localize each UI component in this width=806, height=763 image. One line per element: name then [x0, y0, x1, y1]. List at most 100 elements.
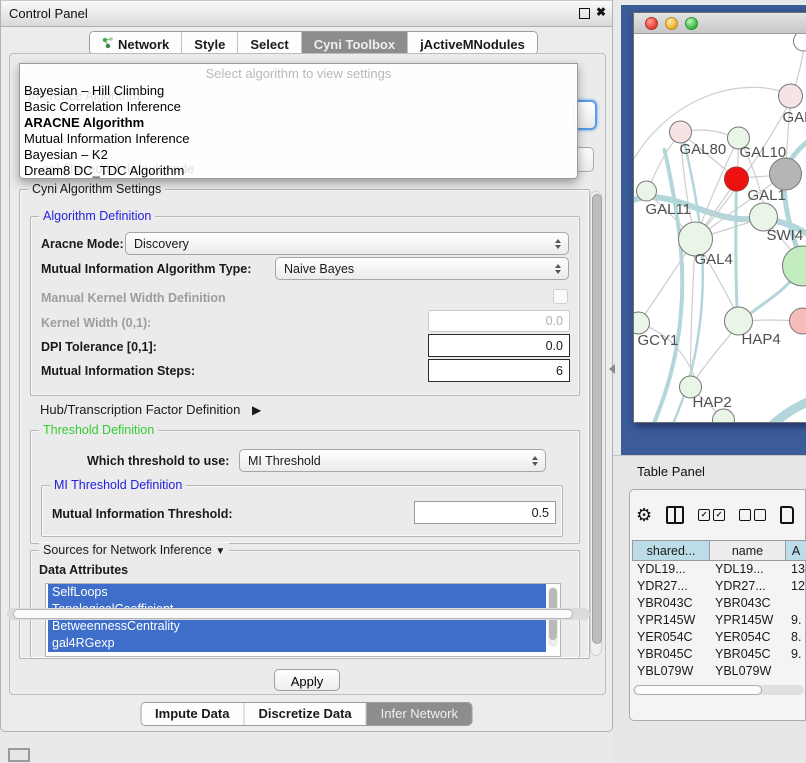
column-header-name[interactable]: name	[710, 540, 786, 561]
tab-cyni-toolbox[interactable]: Cyni Toolbox	[302, 32, 408, 54]
tab-label: Select	[250, 37, 288, 52]
tab-label: Cyni Toolbox	[314, 37, 395, 52]
dpi-tolerance-label: DPI Tolerance [0,1]:	[41, 340, 157, 354]
dpi-tolerance-value: 0.0	[546, 339, 563, 353]
node-gal11[interactable]	[637, 181, 657, 201]
network-desktop-background: GAL GAL80 GAL10 GAL1 GAL11 SWI4 GAL4 GCY…	[621, 5, 806, 455]
control-panel-tabstrip: Network Style Select Cyni Toolbox jActiv…	[89, 31, 538, 55]
dropdown-placeholder: Select algorithm to view settings	[20, 64, 577, 83]
split-columns-icon[interactable]	[666, 506, 684, 524]
hub-definition-toggle[interactable]: Hub/Transcription Factor Definition ▶	[40, 402, 261, 417]
column-header-clipped[interactable]: A	[786, 540, 806, 561]
node-unlabeled[interactable]	[794, 34, 806, 51]
mi-threshold-group: MI Threshold Definition Mutual Informati…	[41, 485, 563, 537]
zoom-traffic-light-icon[interactable]	[685, 17, 698, 30]
tab-infer-network[interactable]: Infer Network	[367, 703, 472, 725]
mi-type-combobox[interactable]: Naive Bayes	[275, 257, 569, 280]
mi-steps-field[interactable]: 6	[428, 359, 570, 382]
bottom-tabstrip: Impute Data Discretize Data Infer Networ…	[140, 702, 473, 726]
mi-threshold-field[interactable]: 0.5	[414, 501, 556, 524]
aracne-mode-value: Discovery	[134, 237, 550, 251]
tab-network[interactable]: Network	[90, 32, 182, 54]
close-traffic-light-icon[interactable]	[645, 17, 658, 30]
mi-threshold-group-title: MI Threshold Definition	[50, 478, 186, 492]
minimize-traffic-light-icon[interactable]	[665, 17, 678, 30]
mi-threshold-label: Mutual Information Threshold:	[52, 507, 233, 521]
table-panel-section: Table Panel ⚙ ✓✓ shared... name A YDL19.…	[613, 455, 806, 763]
table-panel: ⚙ ✓✓ shared... name A YDL19...YDL19...13…	[629, 489, 806, 721]
table-row[interactable]: YBL079WYBL079W	[632, 663, 806, 680]
list-item[interactable]: BetweennessCentrality	[48, 618, 546, 635]
node-selected-red[interactable]	[725, 167, 749, 191]
dropdown-option[interactable]: Mutual Information Inference	[20, 131, 577, 147]
network-window-titlebar[interactable]	[634, 13, 806, 34]
mi-steps-value: 6	[556, 364, 563, 378]
close-icon[interactable]: ✖	[596, 5, 606, 19]
algorithm-definition-group: Algorithm Definition Aracne Mode: Discov…	[30, 216, 580, 396]
settings-group-title: Cyni Algorithm Settings	[28, 182, 165, 196]
table-horizontal-scrollbar[interactable]	[633, 685, 804, 695]
table-row[interactable]: YBR043CYBR043C	[632, 595, 806, 612]
new-table-icon[interactable]	[780, 506, 794, 524]
list-item[interactable]: SelfLoops	[48, 584, 546, 601]
data-attributes-list[interactable]: SelfLoops TopologicalCoefficient Between…	[45, 583, 561, 657]
table-row[interactable]: YPR145WYPR145W9.	[632, 612, 806, 629]
algorithm-definition-title: Algorithm Definition	[39, 209, 155, 223]
tab-style[interactable]: Style	[182, 32, 238, 54]
deselect-all-columns-icon[interactable]	[739, 509, 766, 521]
dropdown-option[interactable]: Basic Correlation Inference	[20, 99, 577, 115]
table-panel-title: Table Panel	[637, 464, 705, 479]
dpi-tolerance-field[interactable]: 0.0	[428, 334, 570, 357]
apply-button[interactable]: Apply	[274, 669, 340, 691]
table-row[interactable]: YBR045CYBR045C9.	[632, 646, 806, 663]
sources-group: Sources for Network Inference ▼ Data Att…	[30, 550, 580, 658]
table-row[interactable]: YDR27...YDR27...12	[632, 578, 806, 595]
node-gcy1[interactable]	[634, 312, 650, 334]
dropdown-option-selected[interactable]: ARACNE Algorithm	[20, 115, 577, 131]
collapsed-panel-icon[interactable]	[8, 748, 30, 762]
dropdown-option[interactable]: Bayesian – Hill Climbing	[20, 83, 577, 99]
sources-group-title[interactable]: Sources for Network Inference ▼	[39, 543, 229, 557]
settings-horizontal-scrollbar[interactable]	[7, 608, 590, 620]
tab-impute-data[interactable]: Impute Data	[141, 703, 244, 725]
node-gal[interactable]	[779, 84, 803, 108]
chevron-right-icon: ▶	[252, 403, 261, 417]
node-label: GAL	[783, 109, 806, 126]
tab-jactivemnodules[interactable]: jActiveMNodules	[408, 32, 537, 54]
node-label: GAL10	[740, 144, 787, 161]
node-gray[interactable]	[770, 158, 802, 190]
node-gal80[interactable]	[670, 121, 692, 143]
column-header-shared-name[interactable]: shared...	[632, 540, 710, 561]
aracne-mode-combobox[interactable]: Discovery	[125, 232, 569, 255]
data-attributes-label: Data Attributes	[39, 563, 128, 577]
tab-select[interactable]: Select	[238, 32, 301, 54]
table-row[interactable]: YER054CYER054C8.	[632, 629, 806, 646]
dropdown-option[interactable]: Dream8 DC_TDC Algorithm	[20, 163, 577, 179]
tab-discretize-data[interactable]: Discretize Data	[244, 703, 366, 725]
network-icon	[102, 37, 114, 52]
node-rose[interactable]	[790, 308, 806, 334]
kernel-width-field[interactable]: 0.0	[428, 310, 570, 332]
network-canvas[interactable]: GAL GAL80 GAL10 GAL1 GAL11 SWI4 GAL4 GCY…	[634, 34, 806, 422]
gear-icon[interactable]: ⚙	[636, 506, 652, 524]
which-threshold-value: MI Threshold	[248, 454, 527, 468]
table-row[interactable]: YDL19...YDL19...13	[632, 561, 806, 578]
threshold-definition-group: Threshold Definition Which threshold to …	[30, 430, 580, 544]
aracne-mode-label: Aracne Mode:	[41, 237, 124, 251]
node-bright-green[interactable]	[783, 246, 806, 286]
dropdown-option[interactable]: Bayesian – K2	[20, 147, 577, 163]
table-toolbar: ⚙ ✓✓	[636, 498, 794, 532]
settings-vertical-scrollbar[interactable]	[590, 191, 602, 656]
float-window-icon[interactable]	[579, 8, 590, 19]
which-threshold-combobox[interactable]: MI Threshold	[239, 449, 546, 472]
list-item[interactable]: gal4RGexp	[48, 635, 546, 652]
mi-type-label: Mutual Information Algorithm Type:	[41, 262, 251, 276]
control-panel-titlebar[interactable]: Control Panel ✖	[1, 1, 612, 27]
split-pane-handle[interactable]	[609, 364, 615, 374]
stepper-arrows-icon	[550, 239, 568, 249]
table-row[interactable]: YLR345WYLR345W9.	[632, 680, 806, 681]
network-window[interactable]: GAL GAL80 GAL10 GAL1 GAL11 SWI4 GAL4 GCY…	[633, 12, 806, 423]
table-header-row: shared... name A	[632, 540, 806, 561]
select-all-columns-icon[interactable]: ✓✓	[698, 509, 725, 521]
manual-kernel-checkbox[interactable]	[553, 289, 568, 304]
